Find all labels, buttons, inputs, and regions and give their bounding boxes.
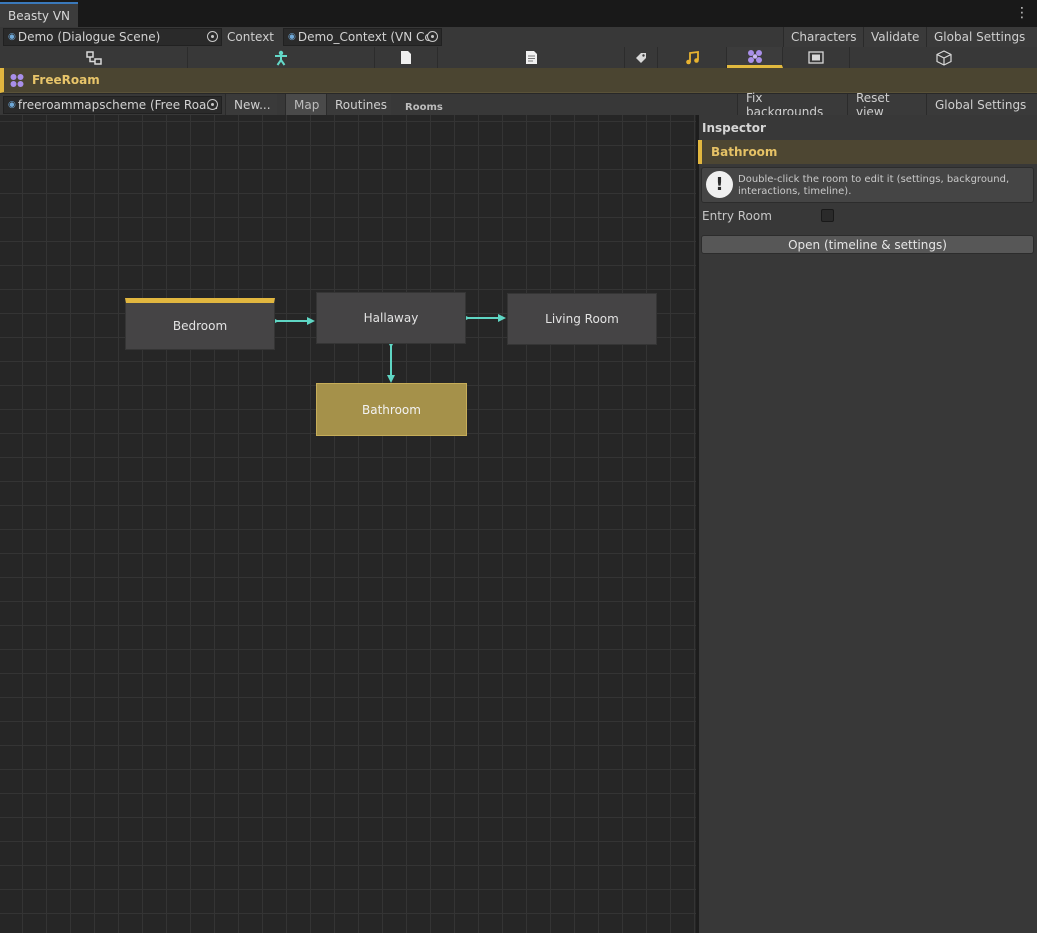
music-icon [686, 50, 699, 64]
section-header [0, 68, 1037, 93]
characters-button[interactable]: Characters [783, 27, 863, 47]
tab-map[interactable]: Map [285, 94, 326, 115]
reset-view-button[interactable]: Reset view [847, 91, 926, 119]
tab-freeroam[interactable] [727, 47, 783, 68]
fix-backgrounds-button[interactable]: Fix backgrounds [737, 91, 847, 119]
tab-cube[interactable] [850, 47, 1037, 68]
rooms-label: Rooms [405, 102, 443, 113]
map-global-settings-button[interactable]: Global Settings [926, 94, 1037, 115]
tab-music[interactable] [658, 47, 727, 68]
window-tab-label: Beasty VN [8, 8, 71, 23]
scheme-field-value: freeroammapscheme (Free Roam [17, 98, 219, 112]
entry-room-label: Entry Room [702, 209, 772, 223]
selected-room-name: Bathroom [711, 145, 778, 159]
map-scheme-field[interactable]: ◉ freeroammapscheme (Free Roam [3, 96, 222, 114]
characters-button-label: Characters [791, 30, 857, 44]
routines-tab-label: Routines [335, 97, 388, 112]
room-node[interactable]: Bedroom [125, 298, 275, 350]
tab-tags[interactable] [625, 47, 658, 68]
global-settings-button[interactable]: Global Settings [926, 27, 1037, 47]
scene-object-field[interactable]: ◉ Demo (Dialogue Scene) [3, 28, 222, 46]
context-field-value: Demo_Context (VN Cc [297, 30, 431, 44]
help-text: Double-click the room to edit it (settin… [738, 174, 1010, 197]
context-object-field[interactable]: ◉ Demo_Context (VN Cc [283, 28, 442, 46]
global-settings-button-label: Global Settings [934, 30, 1026, 44]
room-node-selected[interactable]: Bathroom [316, 383, 467, 436]
page-title: FreeRoam [32, 73, 100, 87]
context-object-icon: ◉ [288, 32, 296, 42]
frame-icon [808, 51, 824, 64]
map-tab-label: Map [294, 97, 320, 112]
validate-button-label: Validate [871, 30, 920, 44]
room-name: Living Room [545, 312, 619, 326]
more-options-icon[interactable]: ⋮ [1015, 5, 1029, 21]
freeroam-icon [747, 49, 762, 63]
object-picker-icon[interactable] [207, 99, 218, 110]
freeroam-header-icon [10, 74, 24, 87]
inspector-title: Inspector [702, 121, 766, 135]
map-global-settings-label: Global Settings [935, 97, 1027, 112]
new-button-label: New... [234, 97, 271, 112]
scheme-object-icon: ◉ [8, 100, 16, 110]
room-connections [271, 314, 506, 383]
object-picker-icon[interactable] [207, 31, 218, 42]
info-icon: ! [706, 171, 733, 198]
tab-routines[interactable]: Routines [326, 94, 391, 115]
validate-button[interactable]: Validate [863, 27, 926, 47]
tab-frame[interactable] [783, 47, 850, 68]
map-canvas[interactable]: Bedroom Hallaway Living Room Bathroom [0, 115, 696, 933]
tab-characters[interactable] [188, 47, 375, 68]
flow-icon [85, 50, 102, 65]
room-name: Bedroom [172, 319, 228, 333]
scene-object-icon: ◉ [8, 32, 16, 42]
character-icon [275, 50, 287, 66]
room-name: Bathroom [362, 402, 421, 417]
context-label: Context [227, 30, 275, 44]
object-picker-icon[interactable] [427, 31, 438, 42]
document-icon [525, 51, 537, 64]
room-node[interactable]: Living Room [507, 293, 657, 345]
tab-page[interactable] [375, 47, 438, 68]
page-icon [401, 51, 411, 64]
new-scheme-button[interactable]: New... [225, 94, 277, 115]
tag-icon [636, 52, 646, 63]
tab-flow[interactable] [0, 47, 188, 68]
open-room-button[interactable]: Open (timeline & settings) [701, 235, 1034, 254]
window-tab[interactable]: Beasty VN [0, 2, 79, 27]
open-room-button-label: Open (timeline & settings) [788, 237, 947, 252]
tab-document[interactable] [438, 47, 625, 68]
room-node[interactable]: Hallaway [316, 292, 466, 344]
room-name: Hallaway [363, 311, 419, 325]
scene-field-value: Demo (Dialogue Scene) [17, 30, 161, 44]
entry-room-checkbox[interactable] [821, 209, 834, 222]
cube-icon [935, 49, 952, 66]
window-titlebar [0, 0, 1037, 28]
